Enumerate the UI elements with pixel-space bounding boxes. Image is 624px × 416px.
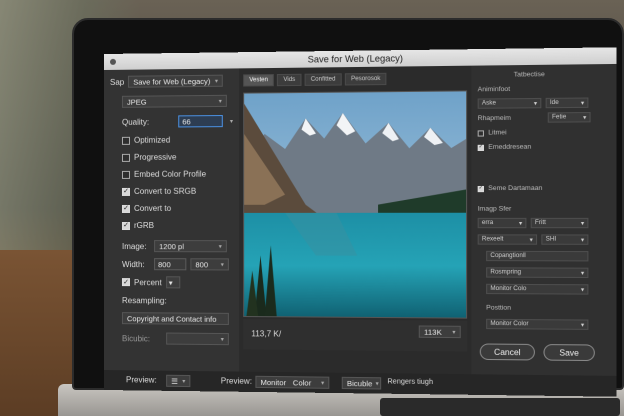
checkbox-optimized[interactable]: Optimized (122, 136, 170, 145)
chevron-down-icon: ▾ (530, 236, 533, 243)
settings-panel: Sap Save for Web (Legacy) ▾ JPEG ▾ Quality… (104, 68, 239, 371)
chevron-down-icon: ▾ (215, 77, 218, 84)
option-label: Rhapmeim (478, 114, 544, 122)
option-select[interactable]: Fritt ▾ (531, 218, 589, 228)
window-title: Save for Web (Legacy) (308, 53, 403, 64)
chevron-down-icon: ▾ (321, 379, 324, 386)
chevron-down-icon: ▾ (182, 377, 185, 384)
option-select[interactable]: Rexeelt ▾ (478, 234, 537, 244)
tab-vids[interactable]: Vids (277, 74, 301, 86)
section-label: Animinfoot (478, 86, 511, 94)
option-select[interactable]: Fetie ▾ (548, 112, 591, 123)
quality-label: Quality: (122, 117, 174, 126)
options-panel: Tatbectise Animinfoot Aske ▾ Ide ▾ Rhapmei… (471, 64, 616, 376)
preview-menu-button[interactable]: ☰ ▾ (166, 375, 190, 387)
checkbox-seme-dartamaan[interactable]: ✓ Seme Dartamaan (478, 185, 543, 192)
view-tabs: Vesten Vids Confitted Pesorosok (243, 72, 463, 87)
menu-icon: ☰ (171, 376, 178, 385)
width-label: Width: (122, 260, 150, 269)
save-button[interactable]: Save (543, 344, 594, 361)
option-select[interactable]: Ide ▾ (546, 97, 589, 108)
quality-input[interactable]: 66 (178, 115, 223, 127)
checkbox-embed-color-profile[interactable]: Embed Color Profile (122, 170, 206, 179)
chevron-down-icon: ▾ (581, 219, 584, 226)
chevron-down-icon: ▾ (581, 99, 584, 106)
checkbox-checked-icon[interactable]: ✓ (478, 185, 484, 191)
checkbox-checked-icon[interactable]: ✓ (122, 278, 130, 286)
percent-control[interactable]: ✓ Percent ▾ (122, 276, 180, 288)
checkbox-checked-icon[interactable]: ✓ (122, 221, 130, 229)
file-size-readout: 113,7 K/ (251, 329, 281, 338)
chevron-down-icon: ▾ (581, 236, 584, 243)
checkbox-checked-icon[interactable]: ✓ (478, 144, 484, 150)
checkbox-checked-icon[interactable]: ✓ (122, 187, 130, 195)
checkbox-emeddresean[interactable]: ✓ Emeddresean (478, 143, 532, 151)
image-label: Image: (122, 242, 150, 251)
option-select[interactable]: erra ▾ (478, 218, 527, 228)
tab-vesten[interactable]: Vesten (243, 74, 274, 86)
checkbox-box[interactable] (478, 130, 484, 136)
chevron-down-icon: ▾ (581, 286, 584, 293)
checkbox-box[interactable] (122, 153, 130, 161)
chevron-down-icon: ▾ (452, 328, 455, 335)
preview-footer: 113,7 K/ 113K ▾ (243, 319, 467, 352)
bicubic-select[interactable]: ▾ (166, 333, 229, 346)
download-speed-select[interactable]: 113K ▾ (419, 325, 461, 338)
chevron-down-icon: ▾ (534, 100, 537, 107)
panel-header: Tatbectise (514, 71, 545, 79)
chevron-down-icon: ▾ (583, 114, 586, 121)
checkbox-convert-srgb[interactable]: ✓ Convert to SRGB (122, 187, 196, 196)
chevron-down-icon: ▾ (519, 219, 522, 226)
chevron-down-icon: ▾ (219, 243, 222, 250)
chevron-down-icon: ▾ (219, 97, 222, 104)
position-label: Posttion (486, 304, 511, 311)
chevron-down-icon[interactable]: ▾ (230, 117, 233, 124)
copyright-select[interactable]: Copangtionll (486, 251, 588, 262)
laptop-keyboard (380, 398, 620, 416)
preset-select[interactable]: Save for Web (Legacy) ▾ (128, 75, 223, 88)
image-size-select[interactable]: 1200 pl ▾ (154, 240, 227, 252)
width-input[interactable]: 800 (154, 258, 186, 270)
checkbox-rgrb[interactable]: ✓ rGRB (122, 221, 154, 230)
resampling-select[interactable]: Rosmpring ▾ (486, 267, 588, 278)
chevron-down-icon: ▾ (581, 321, 584, 328)
image-size-label: Imagp Sfer (478, 205, 512, 212)
chevron-down-icon: ▾ (221, 261, 224, 268)
tab-confitted[interactable]: Confitted (305, 73, 342, 86)
close-icon[interactable] (110, 59, 116, 65)
option-select[interactable]: SHI ▾ (541, 234, 588, 244)
chevron-down-icon[interactable]: ▾ (166, 276, 180, 288)
checkbox-box[interactable] (122, 136, 130, 144)
checkbox-box[interactable] (122, 170, 130, 178)
mountain-lake-image (244, 91, 467, 318)
tab-pesorosok[interactable]: Pesorosok (345, 73, 387, 86)
monitor-color-select[interactable]: Monitor Color ▾ (255, 376, 329, 389)
image-preview[interactable] (243, 90, 467, 318)
height-select[interactable]: 800 ▾ (190, 258, 229, 270)
cancel-button[interactable]: Cancel (480, 343, 535, 360)
format-select[interactable]: JPEG ▾ (122, 95, 227, 108)
preset-label: Sap (110, 77, 124, 86)
checkbox-progressive[interactable]: Progressive (122, 153, 176, 162)
app-screen: Save for Web (Legacy) Sap Save for Web (… (104, 47, 616, 396)
rendering-text: Rengers tiugh (387, 378, 433, 386)
bicubic-select[interactable]: Bicuble ▾ (342, 377, 381, 390)
preview-label: Preview: (126, 375, 157, 384)
checkbox-litmei[interactable]: Litmei (478, 129, 507, 136)
chevron-down-icon: ▾ (376, 380, 379, 387)
option-select[interactable]: Aske ▾ (478, 98, 542, 109)
chevron-down-icon: ▾ (221, 336, 224, 343)
checkbox-convert-to[interactable]: ✓ Convert to (122, 204, 171, 213)
resampling-label: Resampling: (122, 296, 167, 305)
metadata-select[interactable]: Copyright and Contact info (122, 312, 229, 325)
monitor-color-select[interactable]: Monitor Color ▾ (486, 319, 588, 330)
preview-label-2: Preview: (221, 376, 252, 385)
chevron-down-icon: ▾ (581, 269, 584, 276)
color-select[interactable]: Monitor Colo ▾ (486, 284, 588, 295)
checkbox-checked-icon[interactable]: ✓ (122, 204, 130, 212)
bicubic-label: Bicubic: (122, 334, 162, 343)
